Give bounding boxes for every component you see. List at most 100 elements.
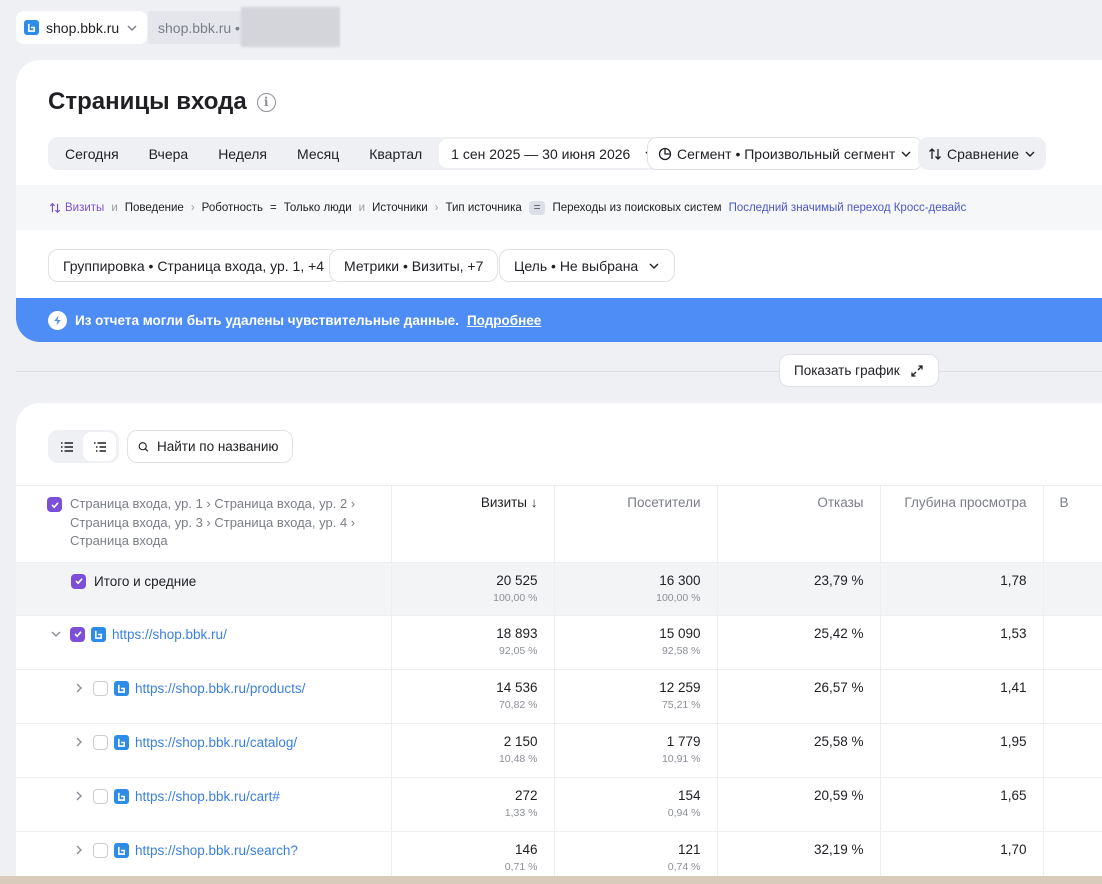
row-checkbox[interactable]	[93, 734, 108, 750]
column-header-visits[interactable]: Визиты ↓	[391, 485, 555, 563]
totals-visitors-cell: 16 300 100,00 %	[554, 562, 718, 616]
column-header-visitors[interactable]: Посетители	[554, 485, 718, 563]
bottom-strip	[0, 876, 1102, 884]
compare-button[interactable]: Сравнение	[918, 137, 1046, 170]
totals-label: Итого и средние	[94, 573, 197, 589]
filter-robotness: Роботность	[201, 201, 263, 214]
row-visitors-cell: 12 259 75,21 %	[554, 669, 718, 724]
site-selector[interactable]: shop.bbk.ru	[16, 11, 147, 44]
grouping-button[interactable]: Группировка • Страница входа, ур. 1, +4	[48, 249, 340, 282]
segment-button[interactable]: Сегмент • Произвольный сегмент	[647, 137, 924, 170]
search-icon	[138, 441, 149, 452]
filter-attribution-link[interactable]: Последний значимый переход Кросс-девайс	[729, 202, 967, 214]
table-row[interactable]: https://shop.bbk.ru/catalog/ 2 150 10,48 …	[16, 723, 1102, 778]
row-url-link[interactable]: https://shop.bbk.ru/catalog/	[135, 735, 297, 750]
column-header-bounce[interactable]: Отказы	[717, 485, 881, 563]
row-checkbox[interactable]	[93, 680, 108, 696]
totals-depth: 1,78	[1000, 573, 1027, 588]
column-header-depth[interactable]: Глубина просмотра	[880, 485, 1044, 563]
period-week[interactable]: Неделя	[203, 139, 282, 168]
row-visits-pct: 1,33 %	[504, 807, 538, 819]
row-visits-cell: 18 893 92,05 %	[391, 615, 555, 670]
chevron-down-icon	[649, 263, 659, 269]
collapse-chevron-icon[interactable]	[48, 625, 64, 643]
row-visitors: 12 259	[659, 680, 701, 695]
sensitive-data-banner: Из отчета могли быть удалены чувствитель…	[16, 298, 1102, 342]
tree-list-icon	[93, 441, 106, 452]
totals-visits: 20 525	[496, 573, 538, 588]
chevron-down-icon	[901, 151, 911, 157]
row-dimension-cell: https://shop.bbk.ru/products/	[16, 669, 392, 724]
expand-chevron-icon[interactable]	[71, 679, 87, 697]
row-bounce-cell: 20,59 %	[717, 777, 881, 832]
divider	[16, 371, 1102, 372]
filter-search-traffic: Переходы из поисковых систем	[552, 201, 722, 214]
info-icon[interactable]: i	[256, 92, 276, 112]
period-quarter[interactable]: Квартал	[354, 139, 437, 168]
row-bounce: 26,57 %	[813, 680, 864, 695]
period-today[interactable]: Сегодня	[50, 139, 134, 168]
row-visits: 272	[514, 788, 538, 803]
filter-chevron: ›	[190, 201, 195, 214]
row-visits-cell: 14 536 70,82 %	[391, 669, 555, 724]
table-row[interactable]: https://shop.bbk.ru/cart# 272 1,33 % 154 0…	[16, 777, 1102, 832]
period-month[interactable]: Месяц	[282, 139, 354, 168]
show-chart-button[interactable]: Показать график	[779, 354, 939, 387]
chevron-down-icon	[127, 25, 137, 31]
totals-bounce: 23,79 %	[813, 573, 864, 588]
row-url-link[interactable]: https://shop.bbk.ru/	[112, 627, 227, 642]
compare-arrows-icon	[49, 202, 61, 213]
grouping-label: Группировка • Страница входа, ур. 1, +4	[63, 257, 325, 274]
row-url-link[interactable]: https://shop.bbk.ru/search?	[135, 843, 298, 858]
filter-bar[interactable]: Визиты и Поведение › Роботность = Только…	[16, 185, 1102, 230]
dimension-header: Страница входа, ур. 1 › Страница входа, …	[16, 485, 392, 563]
site-crumb[interactable]: shop.bbk.ru •	[148, 11, 250, 44]
select-all-checkbox[interactable]	[47, 497, 62, 512]
row-bounce: 25,58 %	[813, 734, 864, 749]
top-bar: shop.bbk.ru shop.bbk.ru •	[0, 0, 1102, 56]
row-dimension-cell: https://shop.bbk.ru/catalog/	[16, 723, 392, 778]
filter-visits[interactable]: Визиты	[49, 202, 104, 214]
flat-list-view-button[interactable]	[50, 432, 83, 461]
column-header-next[interactable]: В	[1043, 485, 1102, 563]
row-visits-pct: 70,82 %	[498, 699, 538, 711]
expand-chevron-icon[interactable]	[71, 841, 87, 859]
table-header-row: Страница входа, ур. 1 › Страница входа, …	[16, 485, 1102, 563]
view-toggle	[48, 430, 119, 463]
row-visitors-cell: 15 090 92,58 %	[554, 615, 718, 670]
site-favicon-icon	[114, 680, 129, 696]
expand-chevron-icon[interactable]	[71, 733, 87, 751]
expand-chevron-icon[interactable]	[71, 787, 87, 805]
row-next-cell	[1043, 615, 1102, 670]
metrics-button[interactable]: Метрики • Визиты, +7	[329, 249, 499, 282]
pie-chart-icon	[658, 147, 672, 160]
row-bounce: 20,59 %	[813, 788, 864, 803]
row-checkbox[interactable]	[93, 842, 108, 858]
table-row[interactable]: https://shop.bbk.ru/ 18 893 92,05 % 15 09…	[16, 615, 1102, 670]
table-row[interactable]: https://shop.bbk.ru/products/ 14 536 70,8…	[16, 669, 1102, 724]
dimension-header-text[interactable]: Страница входа, ур. 1 › Страница входа, …	[70, 495, 375, 551]
search-box[interactable]	[127, 430, 293, 463]
goal-button[interactable]: Цель • Не выбрана	[499, 249, 676, 282]
site-favicon-icon	[91, 626, 106, 642]
row-checkbox[interactable]	[70, 626, 85, 642]
banner-more-link[interactable]: Подробнее	[467, 313, 541, 328]
row-checkbox[interactable]	[93, 788, 108, 804]
totals-checkbox[interactable]	[71, 573, 86, 589]
site-name: shop.bbk.ru	[46, 19, 120, 36]
site-favicon-icon	[114, 788, 129, 804]
date-range-picker[interactable]: 1 сен 2025 — 30 июня 2026	[439, 139, 669, 168]
report-table: Страница входа, ур. 1 › Страница входа, …	[16, 485, 1102, 884]
segment-label: Сегмент • Произвольный сегмент	[677, 145, 896, 162]
tree-view-button[interactable]	[83, 432, 116, 461]
period-selector: Сегодня Вчера Неделя Месяц Квартал 1 сен…	[48, 137, 671, 170]
row-visitors-pct: 0,94 %	[667, 807, 701, 819]
totals-visits-cell: 20 525 100,00 %	[391, 562, 555, 616]
row-url-link[interactable]: https://shop.bbk.ru/products/	[135, 681, 305, 696]
period-yesterday[interactable]: Вчера	[134, 139, 204, 168]
metrics-label: Метрики • Визиты, +7	[344, 257, 484, 274]
banner-text: Из отчета могли быть удалены чувствитель…	[75, 312, 459, 328]
row-url-link[interactable]: https://shop.bbk.ru/cart#	[135, 789, 280, 804]
row-depth-cell: 1,95	[880, 723, 1044, 778]
search-input[interactable]	[157, 439, 282, 454]
